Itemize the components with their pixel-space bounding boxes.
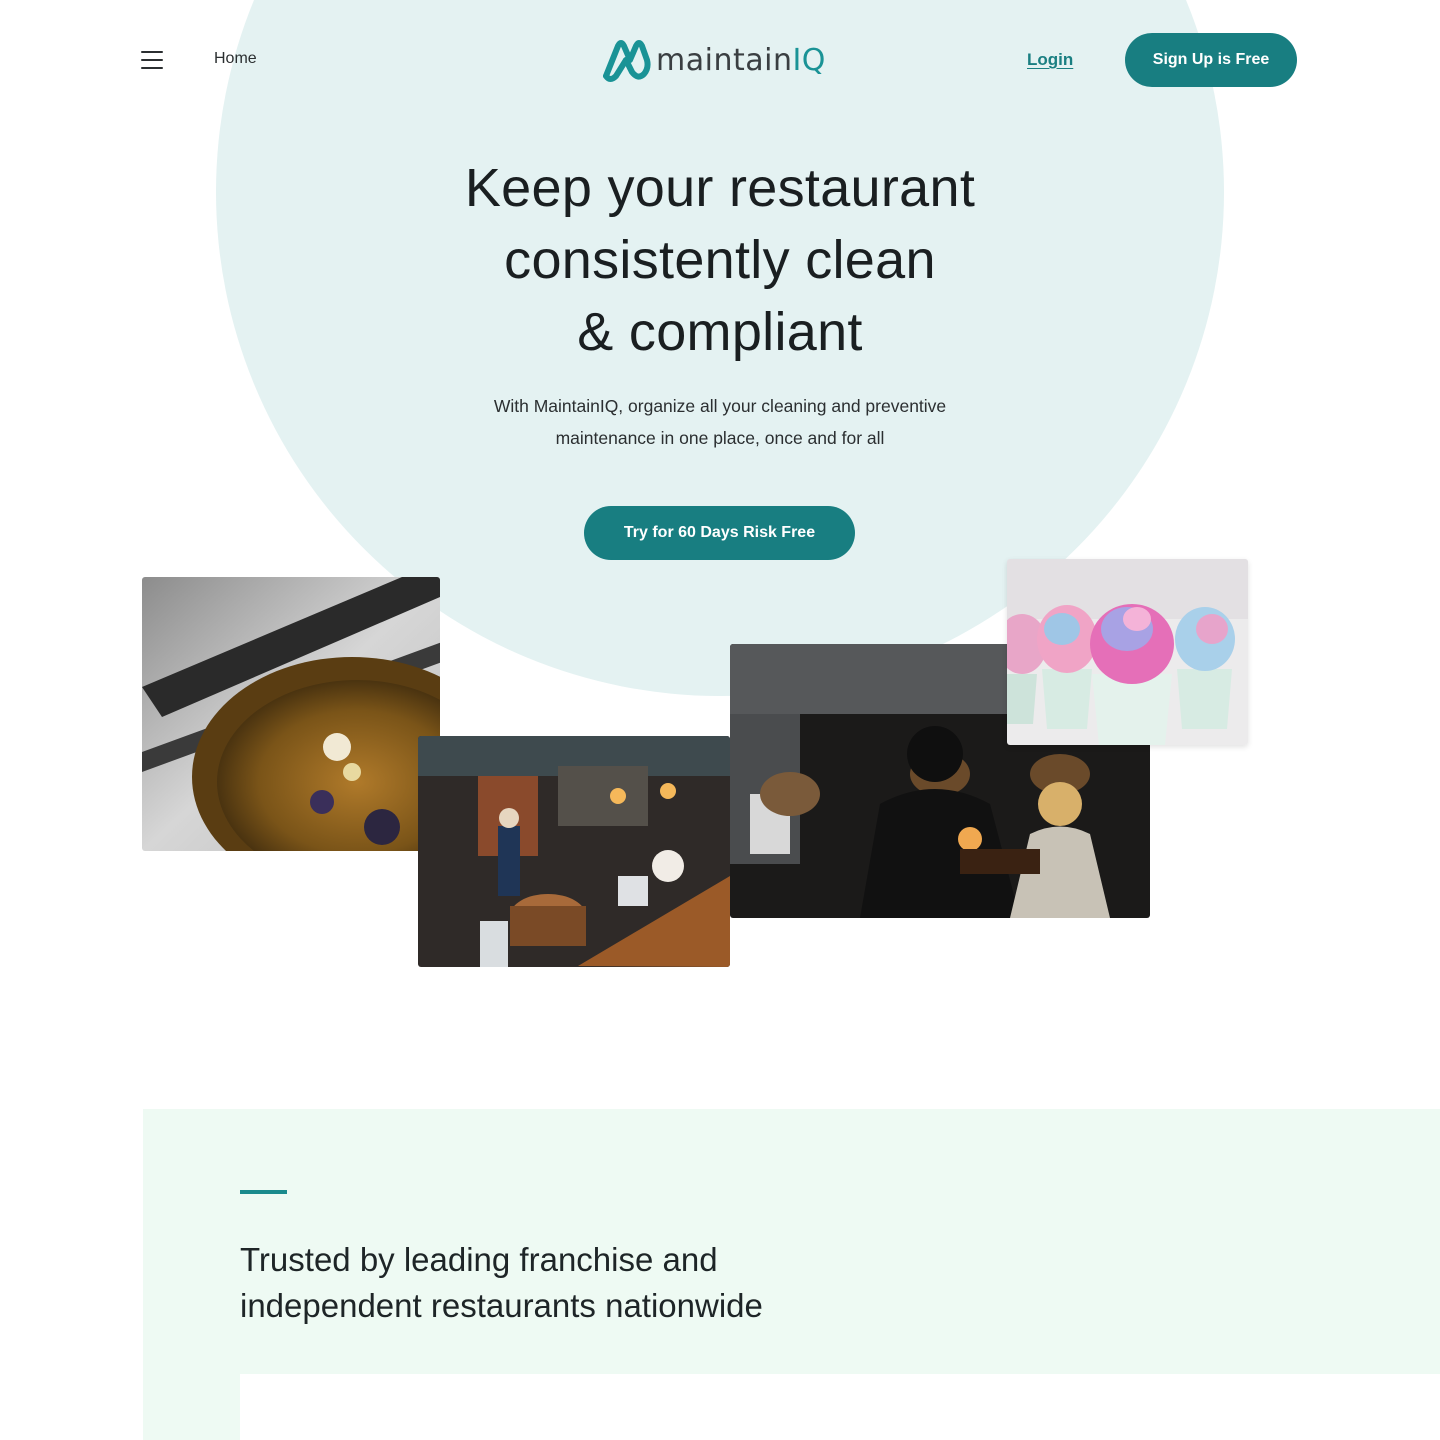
customer-logos-panel <box>240 1374 1440 1440</box>
trusted-title: Trusted by leading franchise and indepen… <box>240 1241 763 1324</box>
hamburger-menu-icon[interactable] <box>141 51 163 69</box>
login-link[interactable]: Login <box>1027 50 1073 70</box>
hero-subtitle: With MaintainIQ, organize all your clean… <box>493 396 947 448</box>
hero-title: Keep your restaurant consistently clean … <box>464 158 976 362</box>
logo-wordmark: maintainIQ <box>656 42 826 78</box>
sign-up-button[interactable]: Sign Up is Free <box>1125 33 1297 87</box>
soup-bowl-photo <box>142 577 440 851</box>
logo[interactable]: maintainIQ <box>600 38 826 82</box>
section-accent-line <box>240 1190 287 1194</box>
trusted-section: Trusted by leading franchise and indepen… <box>143 1109 1440 1440</box>
try-free-button[interactable]: Try for 60 Days Risk Free <box>584 506 855 560</box>
logo-mark-icon <box>603 40 651 82</box>
cupcakes-photo <box>1007 559 1248 745</box>
restaurant-kitchen-photo <box>418 736 730 967</box>
nav-home-link[interactable]: Home <box>214 50 257 68</box>
